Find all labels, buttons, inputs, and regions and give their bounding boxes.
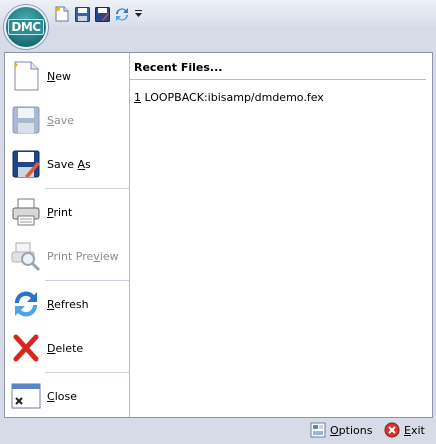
qat-new-button[interactable] [54,6,70,22]
close-window-icon [11,383,41,409]
menu-separator [45,280,129,281]
print-preview-icon [11,242,41,272]
menu-item-print-preview[interactable]: Print Preview [5,234,129,278]
application-menu: New Save Save As Print Print Preview Ref… [4,52,433,418]
options-label: Options [330,423,373,437]
menu-item-refresh[interactable]: Refresh [5,282,129,326]
menu-item-label: Save As [47,158,91,171]
menu-separator [45,188,129,189]
menu-separator [45,372,129,373]
qat-save-button[interactable] [74,6,90,22]
menu-item-label: Close [47,390,77,403]
menu-item-label: Print Preview [47,250,119,263]
quick-access-toolbar [54,6,142,22]
printer-icon [12,198,40,226]
title-bar [0,0,436,26]
recent-files-panel: Recent Files... 1 LOOPBACK:ibisamp/dmdem… [130,53,432,417]
save-icon [74,6,90,22]
qat-refresh-button[interactable] [114,6,130,22]
dropdown-arrow-icon [134,10,142,17]
menu-item-close[interactable]: Close [5,374,129,418]
menu-item-label: Print [47,206,73,219]
new-doc-icon [55,6,69,22]
menu-item-new[interactable]: New [5,54,129,98]
save-icon [12,106,40,134]
menu-item-label: New [47,70,71,83]
menu-item-save[interactable]: Save [5,98,129,142]
exit-icon [384,422,400,438]
menu-item-label: Refresh [47,298,89,311]
menu-item-save-as[interactable]: Save As [5,142,129,186]
options-icon [310,422,326,438]
recent-file-item[interactable]: 1 LOOPBACK:ibisamp/dmdemo.fex [134,91,324,104]
menu-item-delete[interactable]: Delete [5,326,129,370]
menu-item-label: Delete [47,342,84,355]
refresh-icon [116,7,128,21]
delete-x-icon [13,334,39,362]
save-as-icon [12,150,40,178]
menu-item-print[interactable]: Print [5,190,129,234]
menu-item-label: Save [47,114,75,127]
menu-footer: Options Exit [0,418,436,444]
divider [130,79,426,80]
exit-button[interactable]: Exit [384,422,425,438]
application-button[interactable]: DMC [4,5,48,49]
app-logo: DMC [8,19,44,35]
new-doc-icon [14,61,39,91]
exit-label: Exit [404,423,425,437]
qat-save-as-button[interactable] [94,6,110,22]
qat-customize-button[interactable] [134,6,142,22]
options-button[interactable]: Options [310,422,372,438]
refresh-icon [14,291,38,317]
save-as-icon [94,6,110,22]
recent-files-title: Recent Files... [134,61,223,74]
menu-command-list: New Save Save As Print Print Preview Ref… [5,53,130,417]
